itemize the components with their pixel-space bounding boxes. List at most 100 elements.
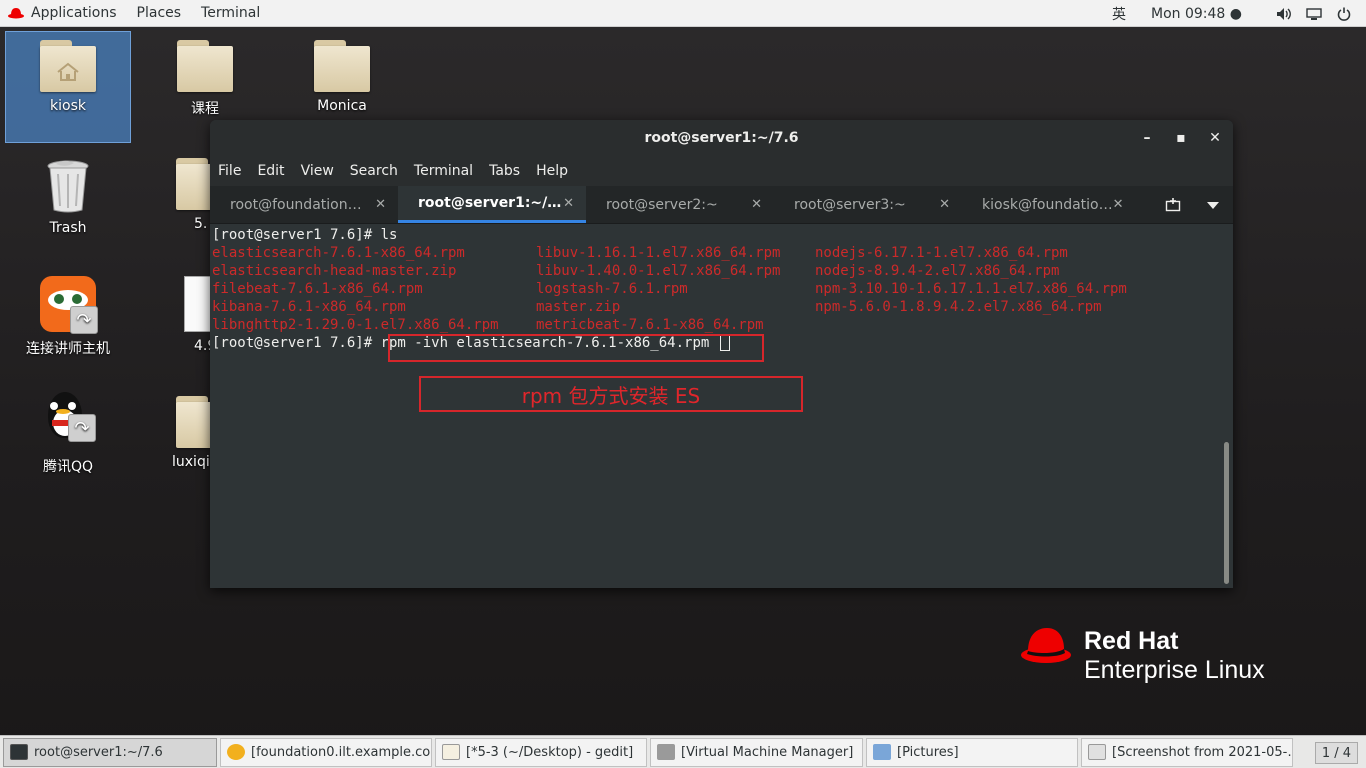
home-folder-icon xyxy=(40,40,96,92)
tab-close-icon[interactable]: ✕ xyxy=(751,197,762,212)
desktop-icon-monica[interactable]: Monica xyxy=(279,40,405,114)
tab-foundation[interactable]: root@foundation… ✕ xyxy=(210,186,398,223)
volume-icon[interactable] xyxy=(1276,6,1292,22)
desktop-icon-trash[interactable]: Trash xyxy=(5,158,131,236)
desktop-icon-label: 连接讲师主机 xyxy=(26,341,110,357)
redhat-branding: Red Hat Enterprise Linux xyxy=(1020,627,1265,685)
desktop-icon-label: 5. xyxy=(194,216,208,232)
ls-entry: npm-5.6.0-1.8.9.4.2.el7.x86_64.rpm xyxy=(815,299,1102,315)
tab-close-icon[interactable]: ✕ xyxy=(1113,197,1124,212)
ls-row: filebeat-7.6.1-x86_64.rpm logstash-7.6.1… xyxy=(212,280,1233,298)
annotation-label: rpm 包方式安装 ES xyxy=(419,376,803,412)
desktop-icon-label: 4.9 xyxy=(194,338,210,354)
workspace-pager[interactable]: 1 / 4 xyxy=(1314,742,1358,764)
ls-entry: elasticsearch-7.6.1-x86_64.rpm xyxy=(212,245,465,261)
shortcut-arrow-icon: ↷ xyxy=(68,414,96,442)
taskbar-item-virt-manager[interactable]: [Virtual Machine Manager] xyxy=(650,737,863,767)
input-method-indicator[interactable]: 英 xyxy=(1099,4,1139,24)
redhat-product-name: Enterprise Linux xyxy=(1084,656,1265,684)
taskbar-item-foundation[interactable]: [foundation0.ilt.example.co… xyxy=(220,737,432,767)
desktop-icon-label: kiosk xyxy=(50,98,86,114)
top-bar: Applications Places Terminal 英 Mon 09:48… xyxy=(0,0,1366,27)
taskbar-item-terminal[interactable]: root@server1:~/7.6 xyxy=(3,737,217,767)
tab-close-icon[interactable]: ✕ xyxy=(939,197,950,212)
places-label: Places xyxy=(136,5,182,21)
desktop-icon-luxiqia[interactable]: luxiqia xyxy=(142,396,210,470)
ls-entry: kibana-7.6.1-x86_64.rpm xyxy=(212,299,406,315)
menu-tabs[interactable]: Tabs xyxy=(481,163,528,179)
menu-edit[interactable]: Edit xyxy=(249,163,292,179)
menu-view[interactable]: View xyxy=(293,163,342,179)
ls-entry: libnghttp2-1.29.0-1.el7.x86_64.rpm xyxy=(212,317,499,333)
window-title: root@server1:~/7.6 xyxy=(644,130,799,146)
desktop-icon-course[interactable]: 课程 xyxy=(142,40,268,118)
tab-kiosk[interactable]: kiosk@foundatio… ✕ xyxy=(962,186,1124,223)
redhat-wordmark: Red Hat xyxy=(1084,627,1179,655)
taskbar-item-pictures[interactable]: [Pictures] xyxy=(866,737,1078,767)
ls-entry: npm-3.10.10-1.6.17.1.1.el7.x86_64.rpm xyxy=(815,281,1127,297)
tab-server3[interactable]: root@server3:~ ✕ xyxy=(774,186,962,223)
clock[interactable]: Mon 09:48 ● xyxy=(1151,6,1242,22)
text-editor-icon xyxy=(442,744,460,760)
menu-terminal[interactable]: Terminal xyxy=(406,163,481,179)
menu-search[interactable]: Search xyxy=(342,163,406,179)
tab-label: root@server1:~/… xyxy=(418,195,562,211)
terminal-output[interactable]: [root@server1 7.6]# ls elasticsearch-7.6… xyxy=(210,224,1233,352)
ls-entry: nodejs-8.9.4-2.el7.x86_64.rpm xyxy=(815,263,1060,279)
taskbar-item-label: root@server1:~/7.6 xyxy=(34,744,163,760)
minimize-button[interactable]: – xyxy=(1137,128,1157,148)
tab-server1[interactable]: root@server1:~/… ✕ xyxy=(398,186,586,223)
taskbar-item-label: [Pictures] xyxy=(897,744,959,760)
tab-label: root@foundation… xyxy=(230,196,362,213)
taskbar-item-label: [*5-3 (~/Desktop) - gedit] xyxy=(466,744,634,760)
tab-server2[interactable]: root@server2:~ ✕ xyxy=(586,186,774,223)
folder-icon xyxy=(176,158,210,210)
virtual-machine-icon xyxy=(657,744,675,760)
ls-entry: libuv-1.40.0-1.el7.x86_64.rpm xyxy=(536,263,781,279)
menu-help[interactable]: Help xyxy=(528,163,576,179)
applications-menu[interactable]: Applications xyxy=(0,0,127,27)
terminal-app-menu[interactable]: Terminal xyxy=(191,0,270,27)
ls-entry: master.zip xyxy=(536,299,621,315)
desktop-icon-qq[interactable]: ↷ 腾讯QQ xyxy=(5,392,131,476)
taskbar-item-screenshot[interactable]: [Screenshot from 2021-05-… xyxy=(1081,737,1293,767)
shell-prompt: [root@server1 7.6]# xyxy=(212,227,381,243)
ls-entry: metricbeat-7.6.1-x86_64.rpm xyxy=(536,317,764,333)
terminal-window[interactable]: root@server1:~/7.6 – ▪ ✕ File Edit View … xyxy=(210,120,1233,588)
redhat-hat-icon xyxy=(8,8,24,19)
ls-entry: libuv-1.16.1-1.el7.x86_64.rpm xyxy=(536,245,781,261)
taskbar-item-label: [foundation0.ilt.example.co… xyxy=(251,744,432,760)
terminal-titlebar[interactable]: root@server1:~/7.6 – ▪ ✕ xyxy=(210,120,1233,156)
ls-row: elasticsearch-head-master.zip libuv-1.40… xyxy=(212,262,1233,280)
maximize-button[interactable]: ▪ xyxy=(1171,128,1191,148)
desktop-icon-label: Monica xyxy=(317,98,367,114)
ls-entry: filebeat-7.6.1-x86_64.rpm xyxy=(212,281,423,297)
ls-entry: elasticsearch-head-master.zip xyxy=(212,263,457,279)
terminal-menubar: File Edit View Search Terminal Tabs Help xyxy=(210,156,1233,186)
places-menu[interactable]: Places xyxy=(127,0,192,27)
tab-close-icon[interactable]: ✕ xyxy=(375,197,386,212)
menu-file[interactable]: File xyxy=(210,163,249,179)
taskbar-item-gedit[interactable]: [*5-3 (~/Desktop) - gedit] xyxy=(435,737,647,767)
terminal-app-label: Terminal xyxy=(201,5,261,21)
terminal-scrollbar[interactable] xyxy=(1224,442,1229,584)
close-button[interactable]: ✕ xyxy=(1205,128,1225,148)
tab-close-icon[interactable]: ✕ xyxy=(563,196,574,211)
redhat-logo-icon xyxy=(1021,628,1071,663)
network-icon[interactable] xyxy=(1306,6,1322,22)
new-tab-icon[interactable] xyxy=(1153,198,1193,212)
tiger-vnc-icon: ↷ xyxy=(40,276,98,334)
power-icon[interactable] xyxy=(1336,6,1352,22)
desktop-icon-kiosk[interactable]: kiosk xyxy=(5,31,131,143)
shell-prompt: [root@server1 7.6]# xyxy=(212,335,381,351)
desktop-icon-connect-host[interactable]: ↷ 连接讲师主机 xyxy=(5,276,131,358)
tab-list-dropdown-icon[interactable] xyxy=(1193,201,1233,209)
desktop-icon-49[interactable]: 4.9 xyxy=(142,276,210,354)
command-text: ls xyxy=(380,227,398,243)
shortcut-arrow-icon: ↷ xyxy=(70,306,98,334)
taskbar-item-label: [Screenshot from 2021-05-… xyxy=(1112,744,1293,760)
desktop-icon-label: luxiqia xyxy=(172,454,210,470)
terminal-tabbar: root@foundation… ✕ root@server1:~/… ✕ ro… xyxy=(210,186,1233,224)
desktop-icon-5[interactable]: 5. xyxy=(142,158,210,232)
ls-entry: logstash-7.6.1.rpm xyxy=(536,281,688,297)
